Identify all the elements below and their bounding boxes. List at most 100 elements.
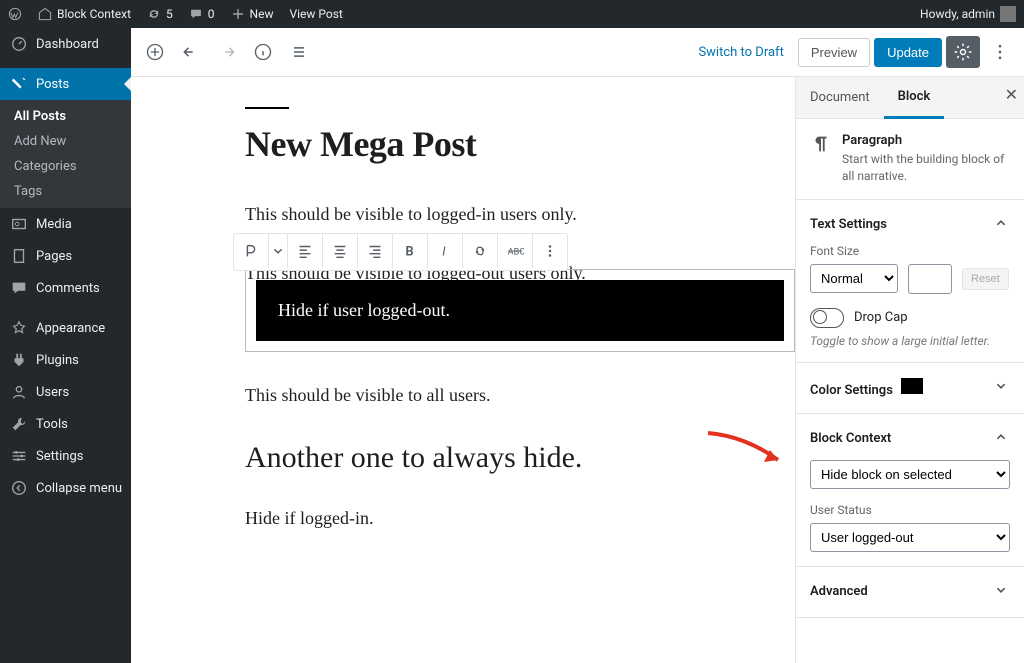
chevron-up-icon[interactable] — [992, 214, 1010, 236]
menu-appearance[interactable]: Appearance — [0, 312, 131, 344]
wp-logo[interactable] — [0, 7, 30, 21]
info-button[interactable] — [247, 36, 279, 68]
tab-block[interactable]: Block — [884, 77, 945, 119]
menu-label: Dashboard — [36, 37, 99, 52]
menu-plugins[interactable]: Plugins — [0, 344, 131, 376]
align-right[interactable] — [358, 234, 393, 268]
updates-count: 5 — [166, 7, 173, 21]
site-name-text: Block Context — [57, 7, 131, 21]
settings-tabs: Document Block ✕ — [796, 77, 1024, 119]
svg-text:B: B — [406, 245, 414, 260]
menu-tools[interactable]: Tools — [0, 408, 131, 440]
tab-document[interactable]: Document — [796, 78, 884, 117]
block-name: Paragraph — [842, 133, 1010, 148]
block-toolbar: B I ABC — [233, 233, 568, 271]
update-button[interactable]: Update — [874, 38, 942, 67]
paragraph-block[interactable]: Hide if logged-in. — [245, 505, 795, 532]
block-settings-sidebar: Document Block ✕ Paragraph Start with th… — [795, 77, 1024, 663]
menu-label: Tools — [36, 417, 68, 432]
more-format[interactable] — [533, 234, 567, 268]
menu-collapse[interactable]: Collapse menu — [0, 472, 131, 504]
paragraph-content[interactable]: Hide if user logged-out. — [256, 280, 784, 341]
comments-count: 0 — [208, 7, 215, 21]
view-post[interactable]: View Post — [281, 7, 350, 21]
drop-cap-label: Drop Cap — [854, 310, 908, 325]
more-menu[interactable] — [984, 36, 1016, 68]
paragraph-icon — [810, 133, 832, 155]
switch-to-draft[interactable]: Switch to Draft — [688, 39, 793, 66]
menu-label: Media — [36, 217, 72, 232]
undo-button[interactable] — [175, 36, 207, 68]
greeting: Howdy, admin — [920, 7, 995, 21]
paragraph-block[interactable]: This should be visible to all users. — [245, 382, 795, 409]
font-size-select[interactable]: Normal — [810, 264, 898, 293]
editor-topbar: Switch to Draft Preview Update — [131, 28, 1024, 77]
bold[interactable]: B — [393, 234, 428, 268]
menu-label: Pages — [36, 249, 72, 264]
drop-cap-hint: Toggle to show a large initial letter. — [810, 334, 1010, 348]
settings-toggle[interactable] — [946, 36, 980, 68]
menu-pages[interactable]: Pages — [0, 240, 131, 272]
link[interactable] — [463, 234, 498, 268]
panel-block-context: Block Context Hide block on selected Use… — [796, 414, 1024, 567]
panel-advanced: Advanced — [796, 567, 1024, 618]
panel-color-settings: Color Settings — [796, 363, 1024, 414]
menu-label: Comments — [36, 281, 100, 296]
close-settings[interactable]: ✕ — [1005, 85, 1018, 104]
selected-block-wrapper: B I ABC Hide if user logged-out. — [245, 269, 795, 352]
title-rule — [245, 107, 289, 109]
align-left[interactable] — [288, 234, 323, 268]
editor-canvas[interactable]: New Mega Post This should be visible to … — [131, 77, 795, 663]
panel-title: Color Settings — [810, 383, 893, 398]
menu-dashboard[interactable]: Dashboard — [0, 28, 131, 60]
user-status-select[interactable]: User logged-out — [810, 523, 1010, 552]
admin-bar: Block Context 5 0 New View Post Howdy, a… — [0, 0, 1024, 28]
menu-label: Plugins — [36, 353, 79, 368]
svg-text:I: I — [442, 245, 446, 260]
site-name[interactable]: Block Context — [30, 7, 139, 21]
menu-label: Collapse menu — [36, 481, 122, 496]
preview-button[interactable]: Preview — [798, 38, 870, 67]
post-title[interactable]: New Mega Post — [245, 123, 795, 165]
menu-posts[interactable]: Posts — [0, 68, 131, 100]
add-block-button[interactable] — [139, 36, 171, 68]
italic[interactable]: I — [428, 234, 463, 268]
dropdown-icon[interactable] — [269, 234, 288, 268]
color-swatch — [901, 378, 923, 394]
selected-block[interactable]: Hide if user logged-out. — [245, 269, 795, 352]
panel-title: Advanced — [810, 584, 868, 599]
reset-button[interactable]: Reset — [962, 268, 1009, 290]
editor: Switch to Draft Preview Update New Mega … — [131, 28, 1024, 663]
comments-link[interactable]: 0 — [181, 7, 223, 21]
redo-button[interactable] — [211, 36, 243, 68]
chevron-down-icon[interactable] — [992, 377, 1010, 399]
paragraph-block[interactable]: This should be visible to logged-in user… — [245, 201, 795, 228]
block-desc: Start with the building block of all nar… — [842, 151, 1010, 185]
account[interactable]: Howdy, admin — [912, 6, 1024, 22]
panel-title: Text Settings — [810, 217, 887, 232]
outline-button[interactable] — [283, 36, 315, 68]
menu-label: Settings — [36, 449, 83, 464]
visibility-select[interactable]: Hide block on selected — [810, 460, 1010, 489]
font-size-label: Font Size — [810, 244, 1010, 258]
submenu-tags[interactable]: Tags — [0, 179, 131, 204]
menu-users[interactable]: Users — [0, 376, 131, 408]
submenu-add-new[interactable]: Add New — [0, 129, 131, 154]
menu-settings[interactable]: Settings — [0, 440, 131, 472]
change-block-type[interactable] — [234, 234, 269, 268]
chevron-down-icon[interactable] — [992, 581, 1010, 603]
updates[interactable]: 5 — [139, 7, 181, 21]
heading-block[interactable]: Another one to always hide. — [245, 441, 795, 475]
block-description: Paragraph Start with the building block … — [796, 119, 1024, 200]
align-center[interactable] — [323, 234, 358, 268]
font-size-number[interactable] — [908, 264, 952, 294]
menu-comments[interactable]: Comments — [0, 272, 131, 304]
drop-cap-toggle[interactable] — [810, 308, 844, 328]
new-content[interactable]: New — [223, 7, 282, 21]
menu-media[interactable]: Media — [0, 208, 131, 240]
strikethrough[interactable]: ABC — [498, 234, 533, 268]
submenu-all-posts[interactable]: All Posts — [0, 104, 131, 129]
submenu-categories[interactable]: Categories — [0, 154, 131, 179]
chevron-up-icon[interactable] — [992, 428, 1010, 450]
svg-text:ABC: ABC — [508, 248, 524, 258]
